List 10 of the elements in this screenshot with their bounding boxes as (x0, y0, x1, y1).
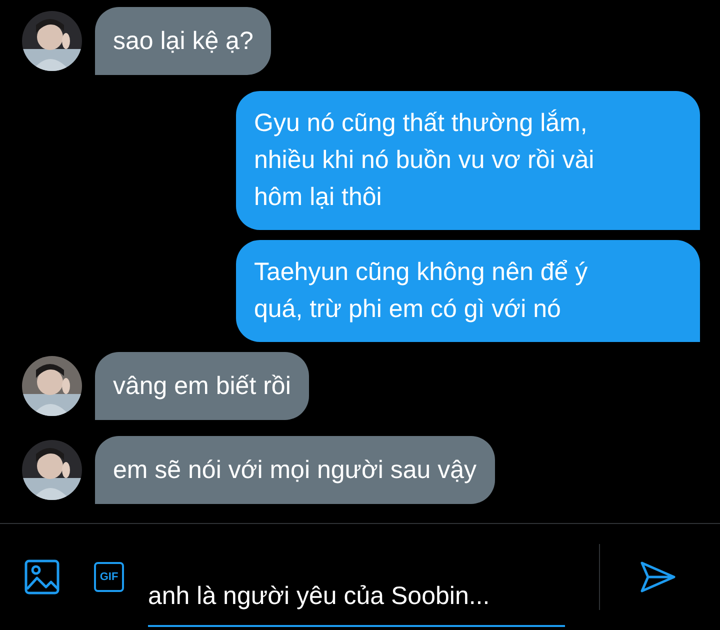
message-bubble: em sẽ nói với mọi người sau vậy (95, 436, 495, 504)
message-bubble: vâng em biết rồi (95, 352, 309, 420)
message-bubble: Gyu nó cũng thất thường lắm, nhiều khi nó buồn vu vơ rồi vài hôm lại thôi (236, 91, 700, 230)
send-button[interactable] (640, 560, 676, 592)
message-bubble: Taehyun cũng không nên để ý quá, trừ phi em có gì với nó (236, 240, 700, 342)
send-icon (640, 560, 676, 592)
gif-button[interactable]: GIF (94, 562, 124, 592)
message-input[interactable]: anh là người yêu của Soobin... (148, 570, 565, 627)
image-icon[interactable] (24, 558, 60, 594)
message-bubble: sao lại kệ ạ? (95, 7, 272, 75)
